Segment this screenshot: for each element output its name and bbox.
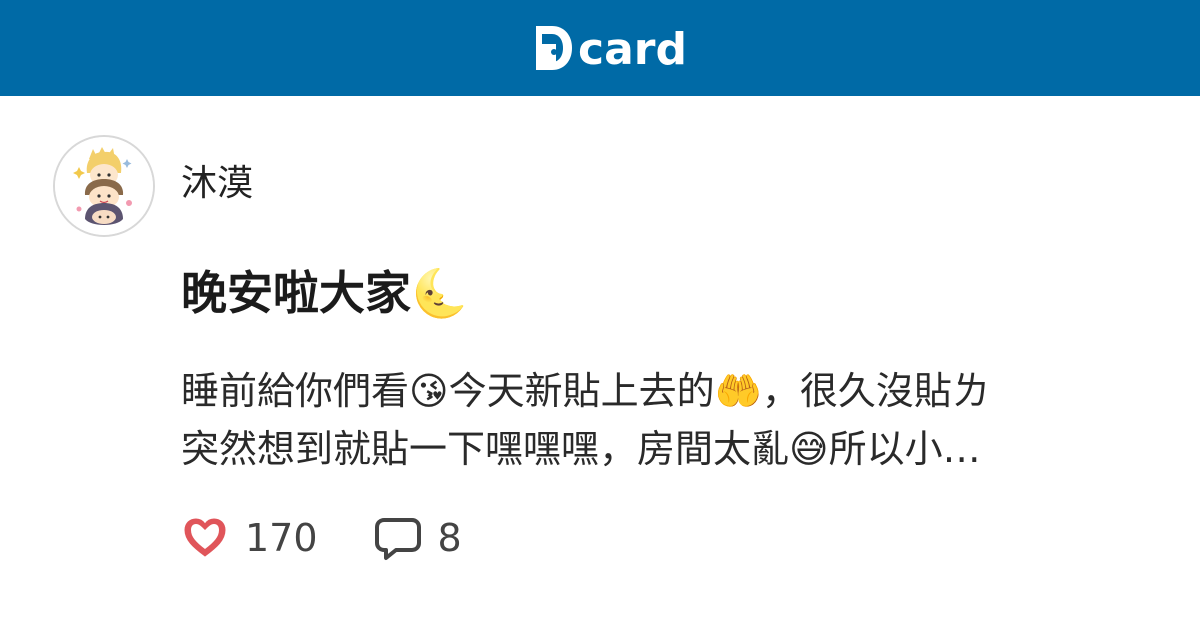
post-stats: 170 8: [181, 512, 518, 564]
post-excerpt-line: 睡前給你們看😘今天新貼上去的🤲，很久沒貼ㄌ: [181, 369, 990, 413]
avatar[interactable]: [53, 135, 155, 237]
author-name[interactable]: 沐漠: [181, 160, 253, 208]
like-stat[interactable]: 170: [181, 514, 318, 562]
dcard-logo-icon: [536, 26, 572, 70]
avatar-illustration-icon: [55, 137, 153, 235]
comment-stat[interactable]: 8: [374, 514, 462, 562]
post-title[interactable]: 晚安啦大家🌜: [181, 262, 468, 324]
like-count: 170: [245, 516, 318, 560]
post-excerpt: 睡前給你們看😘今天新貼上去的🤲，很久沒貼ㄌ 突然想到就貼一下嘿嘿嘿，房間太亂😅所…: [181, 362, 1146, 478]
logo-text: card: [578, 24, 687, 75]
comment-count: 8: [437, 516, 462, 560]
comment-bubble-icon: [374, 518, 421, 560]
top-bar: card: [0, 0, 1200, 96]
post-excerpt-line: 突然想到就貼一下嘿嘿嘿，房間太亂😅所以小…: [181, 427, 981, 471]
heart-icon: [184, 518, 226, 557]
dcard-logo[interactable]: card: [530, 20, 687, 76]
